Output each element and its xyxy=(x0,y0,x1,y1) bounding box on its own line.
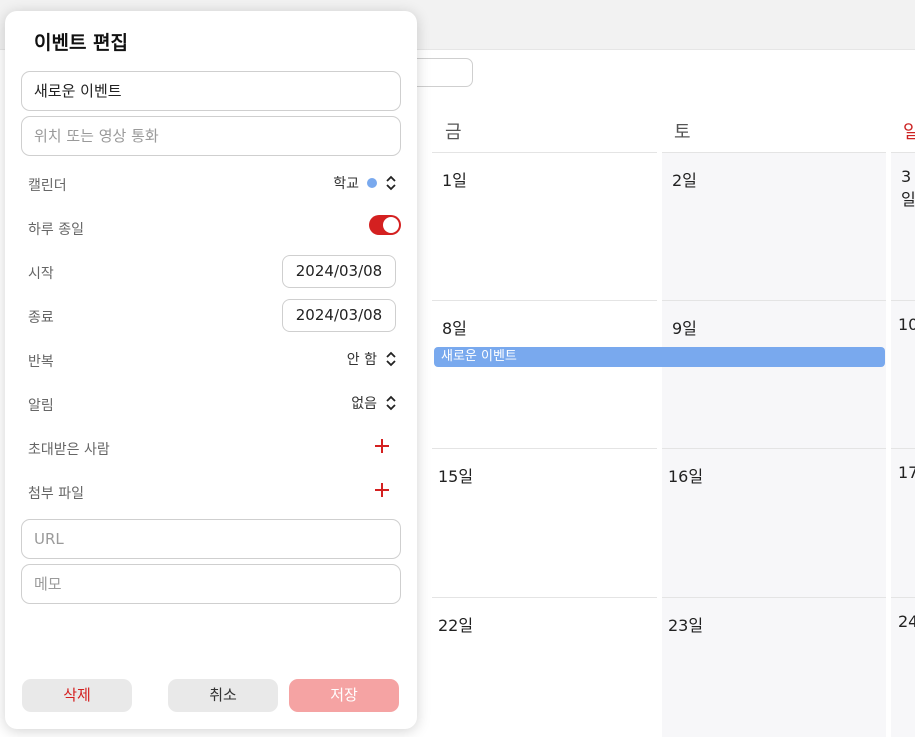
event-title-input[interactable]: 새로운 이벤트 xyxy=(21,71,401,111)
alert-label: 알림 xyxy=(28,398,54,414)
start-label: 시작 xyxy=(28,266,54,282)
location-input[interactable]: 위치 또는 영상 통화 xyxy=(21,116,401,156)
add-attachment-plus-icon[interactable] xyxy=(374,482,390,498)
day-number: 15일 xyxy=(438,467,474,486)
calendar-label: 캘린더 xyxy=(28,178,67,194)
weekday-header-fri: 금 xyxy=(445,122,462,143)
repeat-value: 안 함 xyxy=(346,352,377,368)
up-down-chevron-icon xyxy=(386,351,396,367)
attachments-label: 첨부 파일 xyxy=(28,486,84,502)
day-cell[interactable]: 24 xyxy=(891,597,915,737)
day-number: 16일 xyxy=(668,467,704,486)
all-day-toggle[interactable] xyxy=(369,215,401,235)
toggle-knob xyxy=(383,217,399,233)
delete-button[interactable]: 삭제 xyxy=(22,679,132,712)
day-cell[interactable]: 17 xyxy=(891,448,915,597)
day-cell[interactable]: 2일 xyxy=(662,152,886,300)
day-number: 22일 xyxy=(438,616,474,635)
popover-title: 이벤트 편집 xyxy=(34,32,129,54)
calendar-value: 학교 xyxy=(333,176,359,192)
day-cell[interactable]: 22일 xyxy=(432,597,657,737)
weekday-header-sun: 일 xyxy=(903,122,915,143)
day-cell[interactable]: 3일 xyxy=(891,152,915,300)
day-cell[interactable]: 9일 xyxy=(662,300,886,448)
repeat-select[interactable]: 안 함 xyxy=(347,349,397,369)
alert-select[interactable]: 없음 xyxy=(351,393,397,413)
up-down-chevron-icon xyxy=(386,395,396,411)
day-number: 23일 xyxy=(668,616,704,635)
url-input[interactable]: URL xyxy=(21,519,401,559)
memo-input[interactable]: 메모 xyxy=(21,564,401,604)
day-number: 10 xyxy=(898,315,915,334)
all-day-label: 하루 종일 xyxy=(28,222,84,238)
day-number: 24 xyxy=(898,612,915,631)
day-number: 8일 xyxy=(442,319,467,338)
end-date-field[interactable]: 2024/03/08 xyxy=(282,299,396,332)
calendar-color-dot xyxy=(367,178,377,188)
invitees-label: 초대받은 사람 xyxy=(28,442,110,458)
day-cell[interactable]: 16일 xyxy=(662,448,886,597)
up-down-chevron-icon xyxy=(386,175,396,191)
day-cell[interactable]: 15일 xyxy=(432,448,657,597)
add-invitee-plus-icon[interactable] xyxy=(374,438,390,454)
event-edit-popover: 이벤트 편집 새로운 이벤트 위치 또는 영상 통화 캘린더 학교 하루 종일 … xyxy=(5,11,417,729)
day-number: 2일 xyxy=(672,171,697,190)
day-number: 3일 xyxy=(901,167,915,209)
day-cell[interactable]: 23일 xyxy=(662,597,886,737)
calendar-event[interactable]: 새로운 이벤트 xyxy=(434,347,885,367)
day-cell[interactable]: 10 xyxy=(891,300,915,448)
save-button[interactable]: 저장 xyxy=(289,679,399,712)
day-number: 17 xyxy=(898,463,915,482)
alert-value: 없음 xyxy=(351,396,377,412)
day-number: 9일 xyxy=(672,319,697,338)
day-cell[interactable]: 8일 xyxy=(432,300,657,448)
day-cell[interactable]: 1일 xyxy=(432,152,657,300)
repeat-label: 반복 xyxy=(28,354,54,370)
cancel-button[interactable]: 취소 xyxy=(168,679,278,712)
calendar-select[interactable]: 학교 xyxy=(333,173,397,193)
weekday-header-sat: 토 xyxy=(674,122,691,143)
end-label: 종료 xyxy=(28,310,54,326)
day-number: 1일 xyxy=(442,171,467,190)
start-date-field[interactable]: 2024/03/08 xyxy=(282,255,396,288)
